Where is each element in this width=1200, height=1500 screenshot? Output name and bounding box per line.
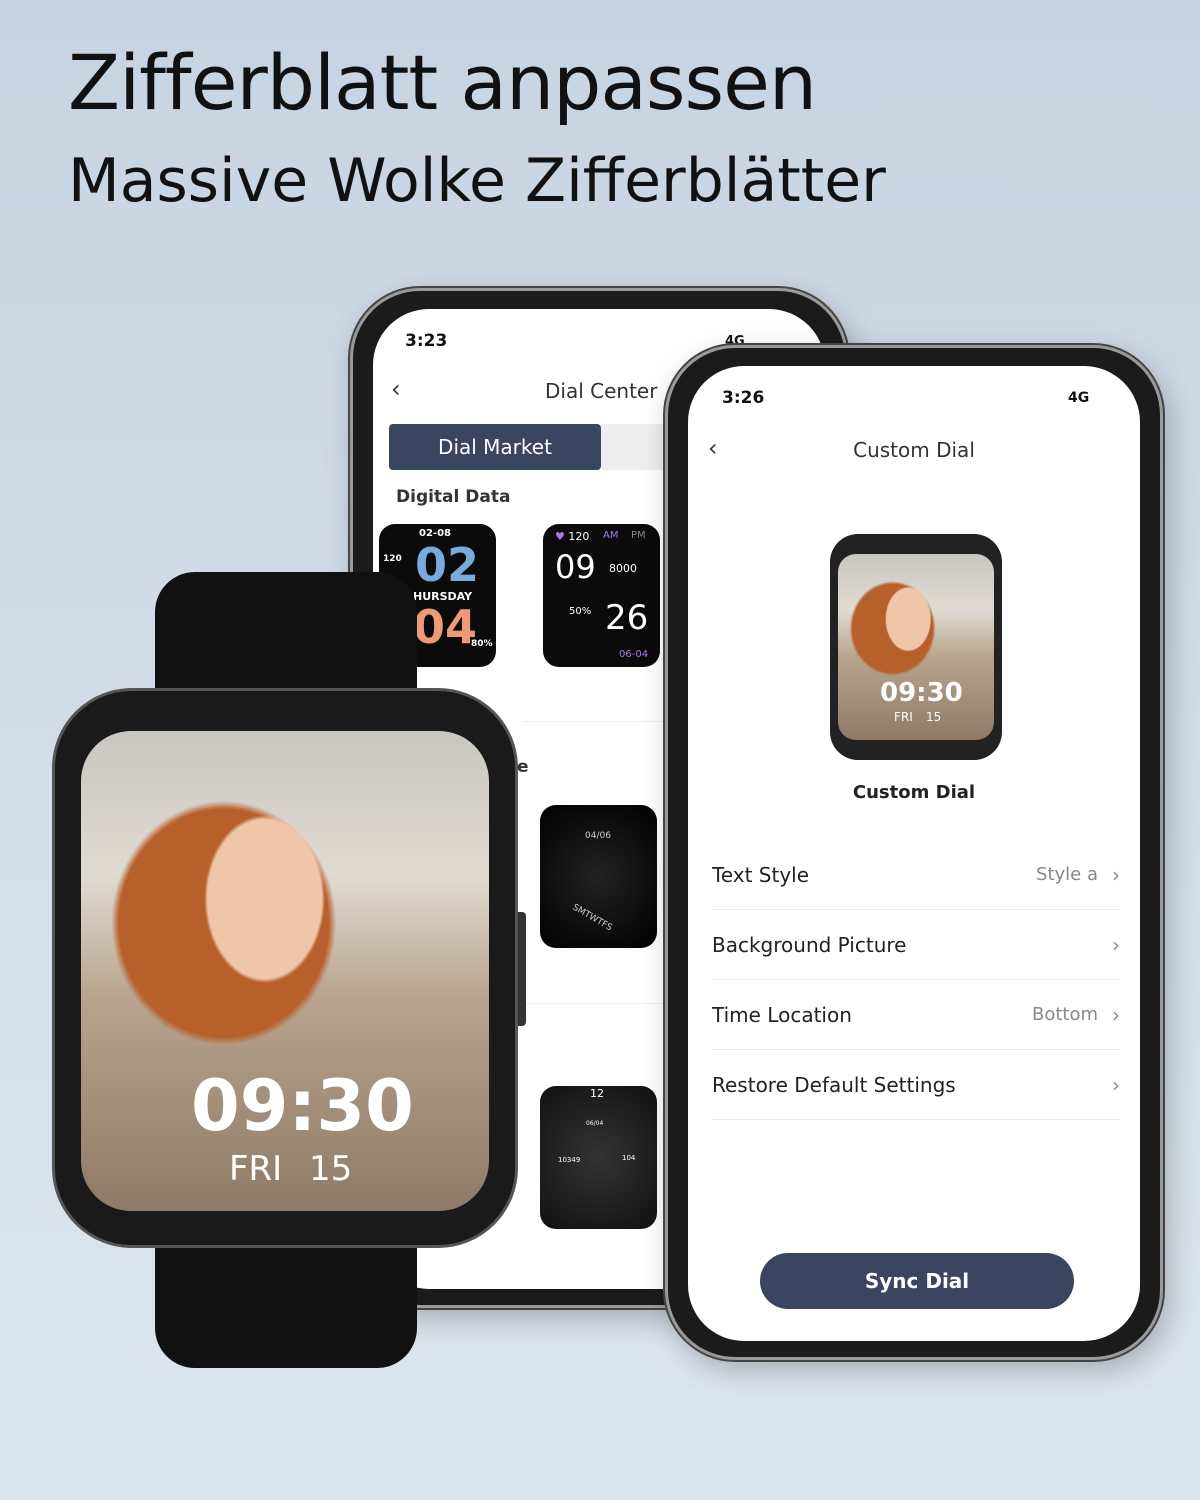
preview-day: FRI [894,710,913,724]
tab-dial-market[interactable]: Dial Market [389,424,601,470]
page-header: Custom Dial [853,438,975,462]
chevron-right-icon: › [1112,1072,1120,1097]
face-hr: 120 [383,554,402,564]
status-time: 3:26 [722,388,765,408]
face-battery: 50% [569,606,592,617]
setting-label: Time Location [712,1002,852,1027]
setting-value: Style a [1036,864,1098,885]
preview-time: 09:30 [880,678,963,708]
setting-time-location[interactable]: Time Location Bottom › [712,980,1120,1050]
headline-subtitle: Massive Wolke Zifferblätter [68,146,886,216]
watch-day: FRI [229,1149,283,1189]
chevron-right-icon: › [1112,1002,1120,1027]
dial-face-2[interactable]: ♥ 120 AM PM 09 8000 50% 26 06-04 [543,524,660,667]
watch-time: 09:30 [191,1065,414,1147]
setting-restore-default[interactable]: Restore Default Settings › [712,1050,1120,1120]
smartwatch: 09:30 FRI 15 [52,688,518,1248]
face-date: 06/04 [586,1120,604,1127]
setting-text-style[interactable]: Text Style Style a › [712,840,1120,910]
face-pm: PM [631,530,646,541]
watch-strap-top [155,572,417,702]
back-icon[interactable]: ‹ [391,375,401,403]
face-hour: 02 [415,538,480,592]
face-twelve: 12 [590,1087,604,1100]
face-date: 04/06 [585,831,611,841]
setting-label: Text Style [712,862,810,887]
dial-face-4[interactable]: 12 06/04 10349 104 [540,1086,657,1229]
headline-title: Zifferblatt anpassen [68,38,817,127]
preview-date: 15 [926,710,942,724]
setting-background-picture[interactable]: Background Picture › [712,910,1120,980]
dial-face-3[interactable]: 04/06 SMTWTFS [540,805,657,948]
face-battery: 80% [471,639,493,649]
chevron-right-icon: › [1112,932,1120,957]
chevron-right-icon: › [1112,862,1120,887]
setting-value: Bottom [1031,1004,1098,1025]
face-weekdays: SMTWTFS [570,902,614,934]
section-label: Digital Data [396,487,511,507]
watch-strap-bottom [155,1230,417,1368]
watch-screen: 09:30 FRI 15 [81,731,489,1211]
face-am: AM [603,530,619,541]
dial-preview[interactable]: 09:30 FRI 15 [830,534,1002,760]
front-phone-screen: 3:26 4G ‹ Custom Dial 09:30 FRI 15 Custo… [688,366,1140,1341]
page-header: Dial Center [545,379,658,403]
face-hr: 120 [568,530,590,543]
face-steps: 8000 [609,562,637,575]
face-min: 26 [605,598,649,638]
preview-label: Custom Dial [852,782,976,803]
face-steps: 10349 [558,1156,581,1164]
status-time: 3:23 [405,331,448,351]
face-date: 06-04 [619,649,649,660]
setting-label: Restore Default Settings [712,1072,956,1097]
status-signal: 4G [1068,390,1090,406]
section-label-partial: e [517,757,529,777]
face-min: 04 [413,600,478,654]
watch-date: 15 [309,1149,353,1189]
setting-label: Background Picture [712,932,907,957]
face-hour: 09 [555,548,596,586]
sync-dial-button[interactable]: Sync Dial [760,1253,1074,1309]
front-phone: 3:26 4G ‹ Custom Dial 09:30 FRI 15 Custo… [665,345,1163,1360]
face-hr: 104 [622,1154,636,1162]
